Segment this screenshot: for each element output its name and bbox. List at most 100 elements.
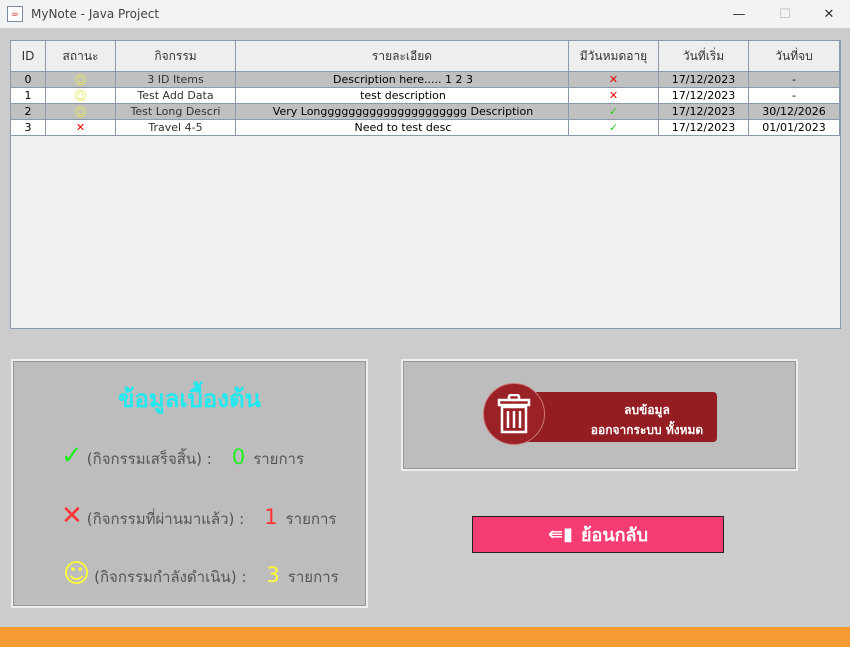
summary-unit: รายการ — [253, 450, 305, 468]
java-app-icon: ☕ — [7, 6, 23, 22]
cell-start: 17/12/2023 — [659, 72, 749, 88]
cell-detail: Need to test desc — [236, 120, 569, 136]
table-row[interactable]: 2 ☺ Test Long Descri Very Longggggggggggggg… — [11, 104, 840, 120]
cell-text: Test Add Data — [137, 89, 214, 102]
cell-end: 01/01/2023 — [749, 120, 840, 136]
summary-row: ☺ (กิจกรรมกำลังดำเนิน) : 3 รายการ — [63, 559, 339, 589]
cell-id: 2 — [11, 104, 46, 120]
check-icon: ✓ — [608, 121, 619, 134]
cell-text: 17/12/2023 — [671, 89, 736, 102]
cell-end: - — [749, 72, 840, 88]
column-header[interactable]: กิจกรรม — [116, 41, 236, 72]
cell-activity: Travel 4-5 — [116, 120, 236, 136]
cell-expire: ✓ — [569, 104, 659, 120]
cell-text: Description here..... 1 2 3 — [333, 73, 473, 86]
summary-row: ✓ (กิจกรรมเสร็จสิ้น) : 0 รายการ — [61, 441, 304, 471]
window-title: MyNote - Java Project — [31, 7, 160, 21]
delete-label: ลบข้อมูล ออกจากระบบ ทั้งหมด — [523, 392, 717, 442]
cell-text: 30/12/2026 — [762, 105, 826, 118]
cross-icon: ✕ — [75, 121, 86, 134]
cell-expire: ✓ — [569, 120, 659, 136]
cell-status: ☺ — [46, 88, 116, 104]
cell-text: 17/12/2023 — [671, 105, 736, 118]
cell-status: ☺ — [46, 104, 116, 120]
column-header[interactable]: วันที่จบ — [749, 41, 840, 72]
delete-all-button[interactable]: ลบข้อมูล ออกจากระบบ ทั้งหมด — [483, 383, 719, 445]
cell-id: 3 — [11, 120, 46, 136]
summary-count: 1 — [264, 505, 278, 529]
cell-detail: Very Longgggggggggggggggggggg Descriptio… — [236, 104, 569, 120]
cell-expire: ✕ — [569, 72, 659, 88]
table-row[interactable]: 1 ☺ Test Add Data test description ✕ 17/12/20… — [11, 88, 840, 104]
cell-start: 17/12/2023 — [659, 104, 749, 120]
cell-text: 17/12/2023 — [671, 121, 736, 134]
cell-id: 0 — [11, 72, 46, 88]
cross-icon: ✕ — [61, 501, 83, 531]
footer-bar — [0, 627, 850, 647]
cell-id: 1 — [11, 88, 46, 104]
cell-text: Very Longgggggggggggggggggggg Descriptio… — [272, 105, 534, 118]
cell-text: 0 — [24, 73, 32, 86]
delete-panel: ลบข้อมูล ออกจากระบบ ทั้งหมด — [401, 359, 798, 471]
table-row[interactable]: 3 ✕ Travel 4-5 Need to test desc ✓ 17/12/2023… — [11, 120, 840, 136]
smile-icon: ☺ — [63, 559, 91, 589]
cross-icon: ✕ — [608, 73, 619, 86]
cell-start: 17/12/2023 — [659, 88, 749, 104]
cell-text: 17/12/2023 — [671, 73, 736, 86]
trash-icon — [483, 383, 545, 445]
delete-line2: ออกจากระบบ ทั้งหมด — [590, 423, 704, 437]
cell-text: Need to test desc — [354, 121, 452, 134]
cell-activity: Test Add Data — [116, 88, 236, 104]
summary-label: (กิจกรรมที่ผ่านมาแล้ว) : — [86, 510, 245, 528]
smile-icon: ☺ — [74, 72, 87, 87]
cell-activity: 3 ID Items — [116, 72, 236, 88]
check-icon: ✓ — [61, 441, 83, 471]
back-button[interactable]: ⇚▮ ย้อนกลับ — [472, 516, 724, 553]
summary-label: (กิจกรรมกำลังดำเนิน) : — [94, 568, 247, 586]
cell-text: test description — [360, 89, 446, 102]
summary-title: ข้อมูลเบื้องต้น — [118, 385, 261, 413]
summary-panel: ข้อมูลเบื้องต้น ✓ (กิจกรรมเสร็จสิ้น) : 0… — [11, 359, 368, 608]
column-header[interactable]: สถานะ — [46, 41, 116, 72]
cell-text: 3 ID Items — [147, 73, 204, 86]
column-header[interactable]: ID — [11, 41, 46, 72]
cell-status: ✕ — [46, 120, 116, 136]
cell-text: 01/01/2023 — [762, 121, 826, 134]
cell-text: Travel 4-5 — [148, 121, 203, 134]
summary-count: 0 — [231, 445, 246, 469]
title-bar: ☕ MyNote - Java Project — ☐ ✕ — [0, 0, 850, 28]
cell-text: 3 — [24, 121, 32, 134]
table-header: ID สถานะ กิจกรรม รายละเอียด มีวันหมดอายุ วันท… — [11, 41, 840, 72]
cell-text: Test Long Descri — [130, 105, 221, 118]
close-button[interactable]: ✕ — [806, 0, 850, 28]
delete-line1: ลบข้อมูล — [624, 403, 670, 417]
cell-text: 2 — [24, 105, 32, 118]
smile-icon: ☺ — [74, 88, 87, 103]
summary-row: ✕ (กิจกรรมที่ผ่านมาแล้ว) : 1 รายการ — [61, 501, 336, 531]
summary-label: (กิจกรรมเสร็จสิ้น) : — [86, 450, 212, 468]
activity-table[interactable]: ID สถานะ กิจกรรม รายละเอียด มีวันหมดอายุ วันท… — [10, 40, 841, 329]
summary-unit: รายการ — [285, 510, 337, 528]
exit-door-icon: ⇚▮ — [547, 524, 573, 545]
column-header[interactable]: รายละเอียด — [236, 41, 569, 72]
check-icon: ✓ — [608, 105, 619, 118]
cell-text: - — [792, 73, 796, 86]
cell-activity: Test Long Descri — [116, 104, 236, 120]
column-header[interactable]: วันที่เริ่ม — [659, 41, 749, 72]
cross-icon: ✕ — [608, 89, 619, 102]
cell-expire: ✕ — [569, 88, 659, 104]
maximize-button[interactable]: ☐ — [762, 0, 808, 28]
cell-detail: test description — [236, 88, 569, 104]
summary-unit: รายการ — [287, 568, 339, 586]
cell-end: - — [749, 88, 840, 104]
cell-end: 30/12/2026 — [749, 104, 840, 120]
cell-text: - — [792, 89, 796, 102]
cell-text: 1 — [24, 89, 32, 102]
summary-count: 3 — [266, 563, 280, 587]
cell-start: 17/12/2023 — [659, 120, 749, 136]
back-label: ย้อนกลับ — [580, 525, 649, 546]
table-row[interactable]: 0 ☺ 3 ID Items Description here..... 1 2 3 ✕… — [11, 72, 840, 88]
column-header[interactable]: มีวันหมดอายุ — [569, 41, 659, 72]
minimize-button[interactable]: — — [716, 0, 762, 28]
smile-icon: ☺ — [74, 104, 87, 119]
